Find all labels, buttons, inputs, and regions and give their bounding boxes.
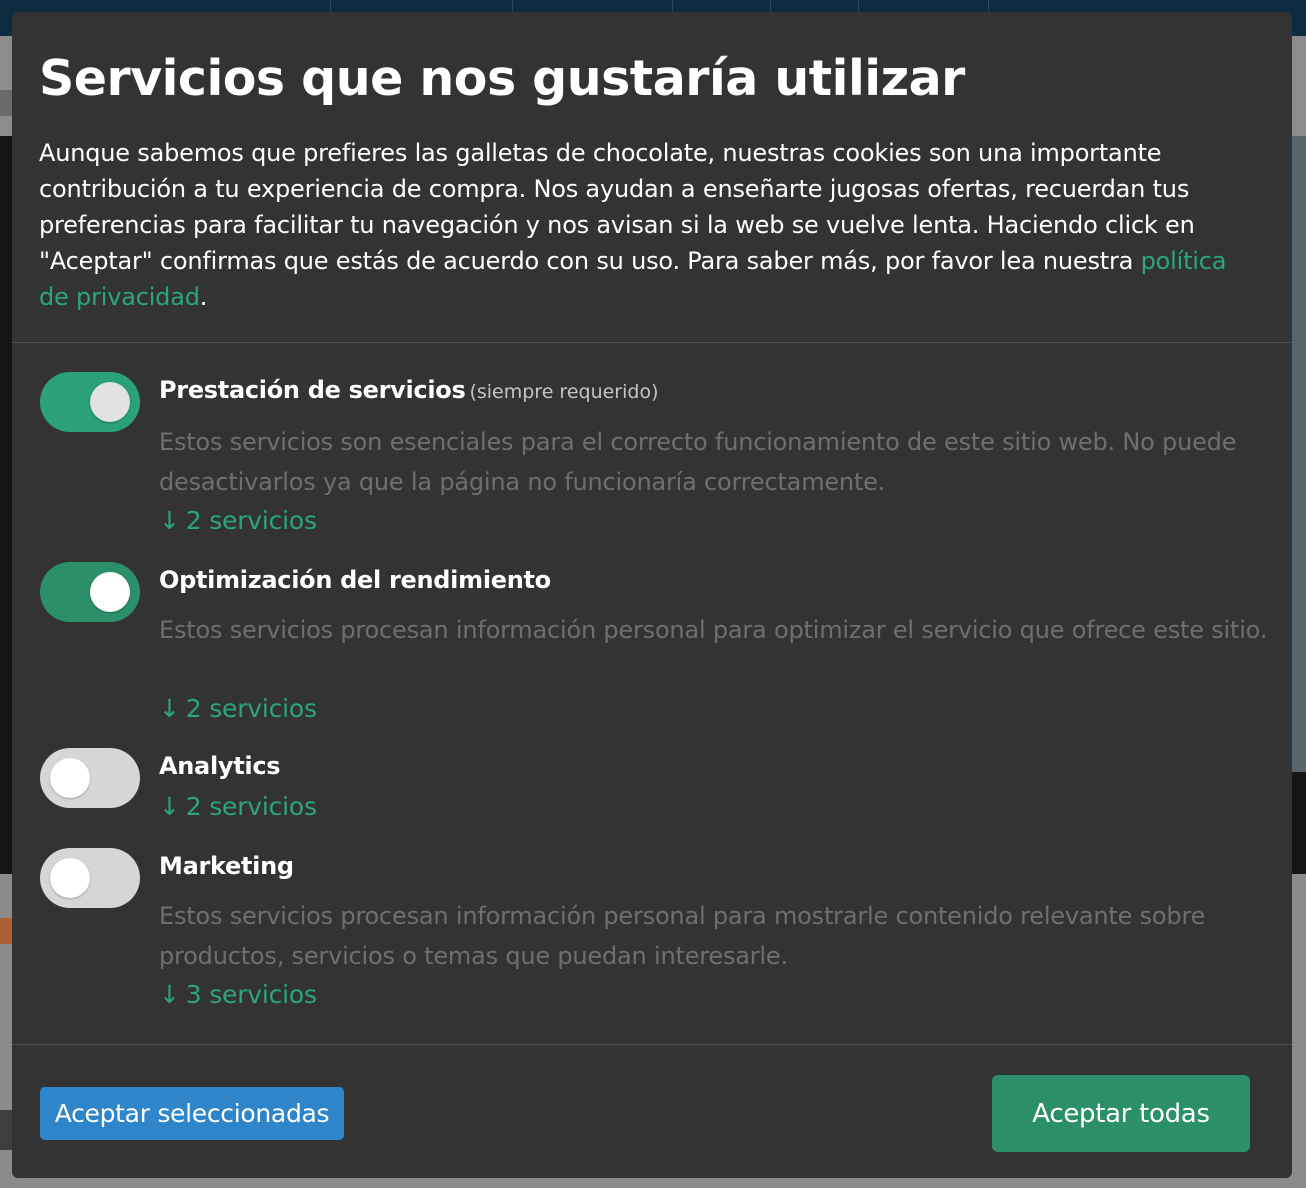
toggle-knob — [50, 858, 90, 898]
purpose-description: Estos servicios son esenciales para el c… — [159, 428, 1237, 496]
services-count: 2 servicios — [185, 694, 317, 723]
toggle-knob — [90, 382, 130, 422]
background-fragment — [0, 1110, 12, 1150]
background-fragment — [0, 918, 12, 944]
modal-description-end: . — [199, 283, 208, 311]
toggle-knob — [50, 758, 90, 798]
arrow-down-icon: ↓ — [159, 506, 180, 535]
divider — [12, 342, 1292, 343]
toggle-analytics[interactable] — [40, 748, 140, 808]
toggle-knob — [90, 572, 130, 612]
required-note: (siempre requerido) — [469, 381, 659, 403]
purpose-title: Marketing — [159, 852, 294, 880]
modal-description: Aunque sabemos que prefieres las galleta… — [39, 135, 1239, 315]
accept-all-button[interactable]: Aceptar todas — [992, 1075, 1250, 1152]
background-fragment — [0, 90, 12, 116]
services-count: 2 servicios — [185, 506, 317, 535]
services-expand-link[interactable]: ↓ 2 servicios — [159, 506, 317, 535]
purpose-description: Estos servicios procesan información per… — [159, 902, 1206, 970]
toggle-marketing[interactable] — [40, 848, 140, 908]
modal-title: Servicios que nos gustaría utilizar — [39, 50, 965, 107]
services-expand-link[interactable]: ↓ 2 servicios — [159, 694, 317, 723]
modal-description-text: Aunque sabemos que prefieres las galleta… — [39, 139, 1195, 275]
purpose-title-text: Prestación de servicios — [159, 376, 466, 404]
arrow-down-icon: ↓ — [159, 980, 180, 1009]
services-expand-link[interactable]: ↓ 2 servicios — [159, 792, 317, 821]
services-count: 2 servicios — [185, 792, 317, 821]
toggle-service-provision[interactable] — [40, 372, 140, 432]
consent-modal: Servicios que nos gustaría utilizar Aunq… — [12, 12, 1292, 1178]
services-expand-link[interactable]: ↓ 3 servicios — [159, 980, 317, 1009]
services-count: 3 servicios — [185, 980, 317, 1009]
purpose-title: Prestación de servicios (siempre requerid… — [159, 376, 659, 404]
accept-selected-button[interactable]: Aceptar seleccionadas — [40, 1087, 344, 1140]
background-side-image — [1292, 136, 1306, 772]
purpose-title: Optimización del rendimiento — [159, 566, 551, 594]
toggle-performance-optimization[interactable] — [40, 562, 140, 622]
purpose-title: Analytics — [159, 752, 281, 780]
arrow-down-icon: ↓ — [159, 694, 180, 723]
arrow-down-icon: ↓ — [159, 792, 180, 821]
divider — [12, 1044, 1292, 1045]
purpose-description: Estos servicios procesan información per… — [159, 616, 1268, 644]
